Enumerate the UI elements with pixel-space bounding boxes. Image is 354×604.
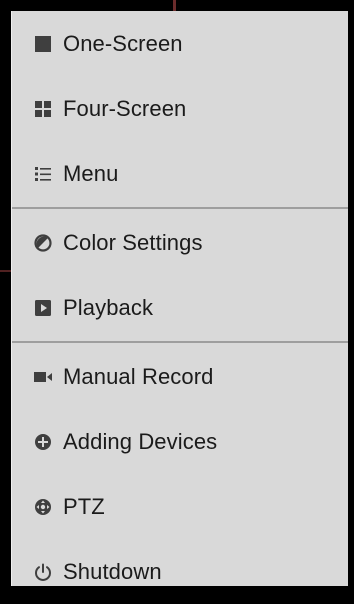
menu-item-menu[interactable]: Menu xyxy=(12,141,348,206)
menu-item-label: Shutdown xyxy=(63,558,162,584)
menu-item-four-screen[interactable]: Four-Screen xyxy=(12,76,348,141)
manual-record-icon xyxy=(33,367,53,387)
menu-section-actions: Manual Record Adding Devices PTZ Shutdow… xyxy=(12,344,348,604)
ptz-icon xyxy=(33,497,53,517)
playback-icon xyxy=(33,298,53,318)
menu-item-label: Manual Record xyxy=(63,363,214,389)
menu-item-ptz[interactable]: PTZ xyxy=(12,474,348,539)
menu-item-label: Adding Devices xyxy=(63,428,218,454)
menu-divider xyxy=(12,207,348,209)
menu-item-label: PTZ xyxy=(63,493,105,519)
menu-item-label: Playback xyxy=(63,294,154,320)
menu-item-one-screen[interactable]: One-Screen xyxy=(12,11,348,76)
list-menu-icon xyxy=(33,164,53,184)
four-screen-icon xyxy=(33,99,53,119)
menu-item-adding-devices[interactable]: Adding Devices xyxy=(12,409,348,474)
menu-item-label: Menu xyxy=(63,160,119,186)
menu-item-color-settings[interactable]: Color Settings xyxy=(12,210,348,275)
color-settings-icon xyxy=(33,233,53,253)
power-icon xyxy=(33,562,53,582)
add-device-icon xyxy=(33,432,53,452)
menu-item-label: One-Screen xyxy=(63,30,183,56)
menu-divider xyxy=(12,341,348,343)
menu-item-manual-record[interactable]: Manual Record xyxy=(12,344,348,409)
menu-item-shutdown[interactable]: Shutdown xyxy=(12,539,348,604)
menu-section-display: One-Screen Four-Screen Menu xyxy=(12,11,348,206)
menu-section-settings: Color Settings Playback xyxy=(12,210,348,340)
one-screen-icon xyxy=(33,34,53,54)
menu-item-label: Four-Screen xyxy=(63,95,187,121)
menu-item-label: Color Settings xyxy=(63,229,203,255)
menu-item-playback[interactable]: Playback xyxy=(12,275,348,340)
context-menu: One-Screen Four-Screen Menu Color Settin… xyxy=(11,11,348,586)
